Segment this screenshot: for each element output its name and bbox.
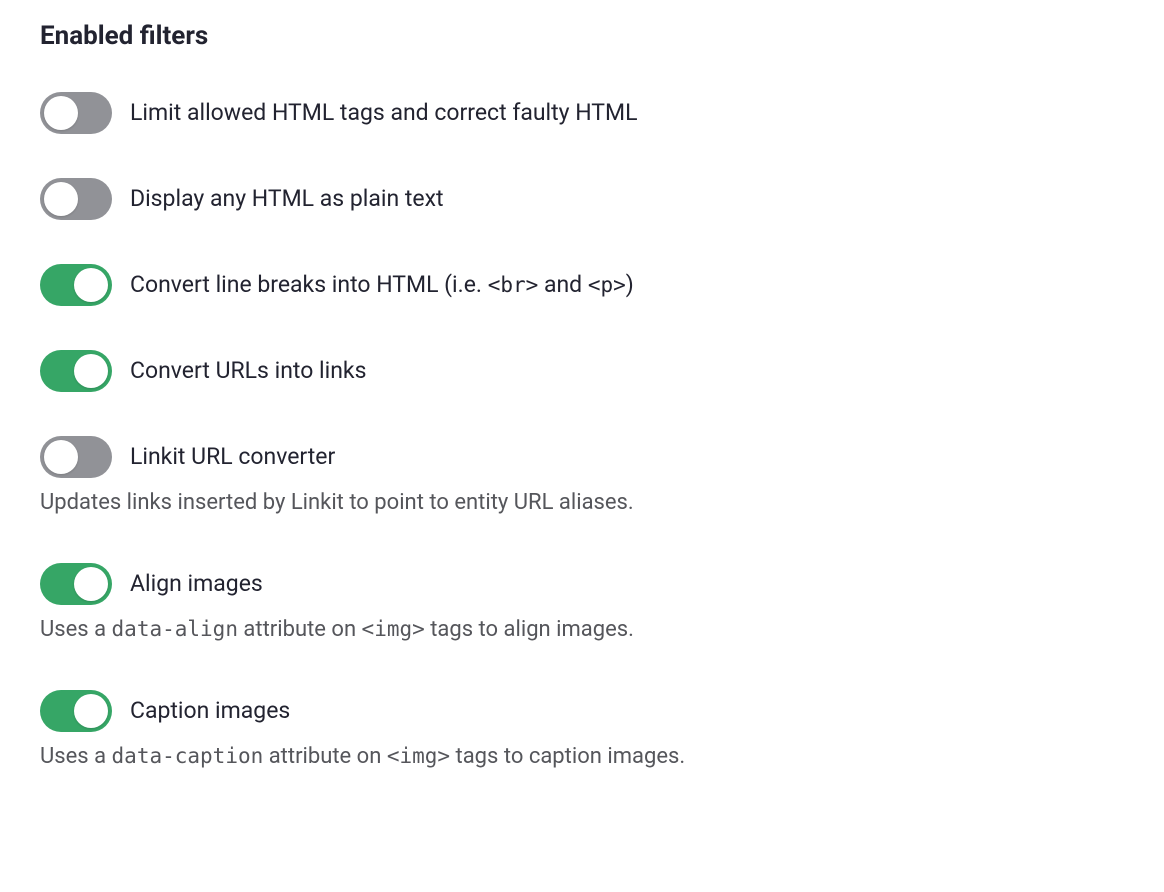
toggle-knob xyxy=(44,440,78,474)
toggle-display-plain[interactable] xyxy=(40,178,112,220)
toggle-knob xyxy=(74,567,108,601)
filter-label: Align images xyxy=(130,568,263,600)
filter-convert-urls: Convert URLs into links xyxy=(40,350,1124,392)
filter-row: Caption images xyxy=(40,690,1124,732)
toggle-caption-images[interactable] xyxy=(40,690,112,732)
filter-row: Display any HTML as plain text xyxy=(40,178,1124,220)
filter-linkit: Linkit URL converter Updates links inser… xyxy=(40,436,1124,519)
filters-list: Limit allowed HTML tags and correct faul… xyxy=(40,92,1124,772)
filter-description: Uses a data-caption attribute on <img> t… xyxy=(40,742,1124,773)
filter-description: Updates links inserted by Linkit to poin… xyxy=(40,488,1124,519)
filter-label: Convert URLs into links xyxy=(130,355,366,387)
toggle-knob xyxy=(74,354,108,388)
toggle-limit-html[interactable] xyxy=(40,92,112,134)
filter-row: Align images xyxy=(40,563,1124,605)
filter-convert-linebreaks: Convert line breaks into HTML (i.e. <br>… xyxy=(40,264,1124,306)
filter-label: Linkit URL converter xyxy=(130,441,335,473)
section-title: Enabled filters xyxy=(40,18,1124,54)
toggle-knob xyxy=(44,96,78,130)
filter-row: Linkit URL converter xyxy=(40,436,1124,478)
toggle-convert-linebreaks[interactable] xyxy=(40,264,112,306)
toggle-align-images[interactable] xyxy=(40,563,112,605)
toggle-linkit[interactable] xyxy=(40,436,112,478)
filter-label: Limit allowed HTML tags and correct faul… xyxy=(130,97,638,129)
filter-align-images: Align images Uses a data-align attribute… xyxy=(40,563,1124,646)
filter-row: Convert URLs into links xyxy=(40,350,1124,392)
filter-row: Convert line breaks into HTML (i.e. <br>… xyxy=(40,264,1124,306)
toggle-knob xyxy=(44,182,78,216)
filter-caption-images: Caption images Uses a data-caption attri… xyxy=(40,690,1124,773)
filter-label: Display any HTML as plain text xyxy=(130,183,444,215)
filter-row: Limit allowed HTML tags and correct faul… xyxy=(40,92,1124,134)
filter-description: Uses a data-align attribute on <img> tag… xyxy=(40,615,1124,646)
filter-limit-html: Limit allowed HTML tags and correct faul… xyxy=(40,92,1124,134)
toggle-knob xyxy=(74,268,108,302)
filter-label: Caption images xyxy=(130,695,290,727)
toggle-knob xyxy=(74,694,108,728)
filter-display-plain: Display any HTML as plain text xyxy=(40,178,1124,220)
toggle-convert-urls[interactable] xyxy=(40,350,112,392)
filter-label: Convert line breaks into HTML (i.e. <br>… xyxy=(130,269,634,301)
